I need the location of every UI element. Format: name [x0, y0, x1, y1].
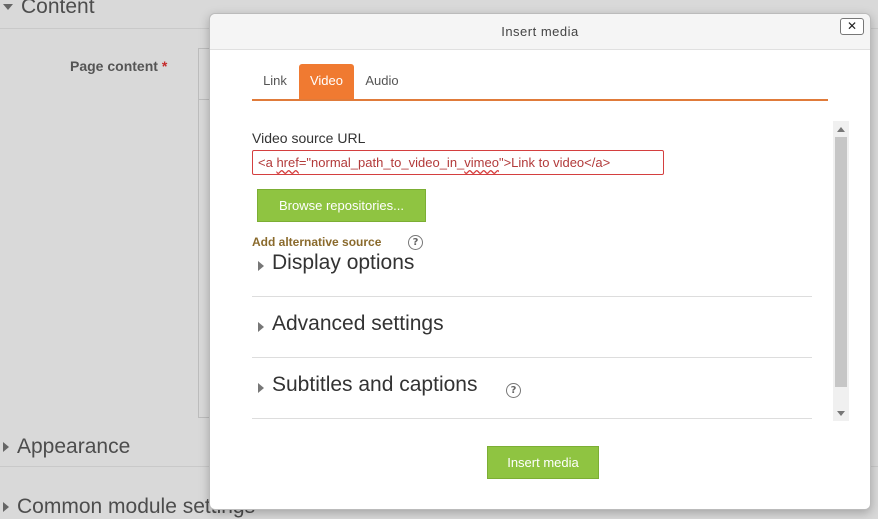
scroll-down-arrow-icon[interactable]: [837, 411, 845, 416]
tab-audio[interactable]: Audio: [356, 64, 408, 99]
page-content-label-text: Page content: [70, 58, 158, 74]
dialog-header: Insert media ✕: [210, 14, 870, 50]
help-icon[interactable]: ?: [506, 383, 521, 398]
url-text-part: ="normal_path_to_video_in_: [298, 155, 465, 170]
scroll-up-arrow-icon[interactable]: [837, 127, 845, 132]
subtitles-captions-section[interactable]: Subtitles and captions ?: [252, 357, 812, 419]
display-options-section[interactable]: Display options: [252, 235, 812, 297]
section-title: Subtitles and captions: [272, 373, 478, 396]
media-type-tabs: Link Video Audio: [252, 64, 828, 101]
video-source-label: Video source URL: [252, 130, 366, 146]
chevron-right-icon: [3, 442, 9, 453]
chevron-right-icon: [258, 261, 264, 271]
panel-scrollbar[interactable]: [833, 121, 849, 421]
appearance-heading: Appearance: [17, 435, 131, 458]
page-content-label: Page content *: [70, 58, 167, 74]
url-text-misspelled: vimeo: [464, 155, 499, 170]
section-title: Display options: [272, 251, 415, 274]
url-text-misspelled: href: [276, 155, 299, 170]
tab-video[interactable]: Video: [299, 64, 354, 99]
insert-media-dialog: Insert media ✕ Link Video Audio Video so…: [209, 13, 871, 510]
content-heading: Content: [21, 0, 95, 18]
insert-media-button[interactable]: Insert media: [487, 446, 599, 479]
tab-link[interactable]: Link: [252, 64, 298, 99]
video-tab-panel: Video source URL <a href="normal_path_to…: [252, 122, 850, 422]
dialog-title: Insert media: [501, 24, 579, 39]
browse-repositories-button[interactable]: Browse repositories...: [257, 189, 426, 222]
url-text-part: <a: [258, 155, 277, 170]
chevron-right-icon: [258, 383, 264, 393]
close-icon: ✕: [846, 19, 858, 33]
scrollbar-thumb[interactable]: [835, 137, 847, 387]
chevron-down-icon: [3, 4, 13, 11]
chevron-right-icon: [3, 502, 9, 513]
video-source-url-input[interactable]: <a href="normal_path_to_video_in_vimeo">…: [252, 150, 664, 175]
required-mark: *: [161, 58, 168, 74]
close-button[interactable]: ✕: [840, 18, 864, 35]
section-title: Advanced settings: [272, 312, 444, 335]
advanced-settings-section[interactable]: Advanced settings: [252, 296, 812, 358]
url-text-part: ">Link to video</a>: [498, 155, 611, 170]
chevron-right-icon: [258, 322, 264, 332]
